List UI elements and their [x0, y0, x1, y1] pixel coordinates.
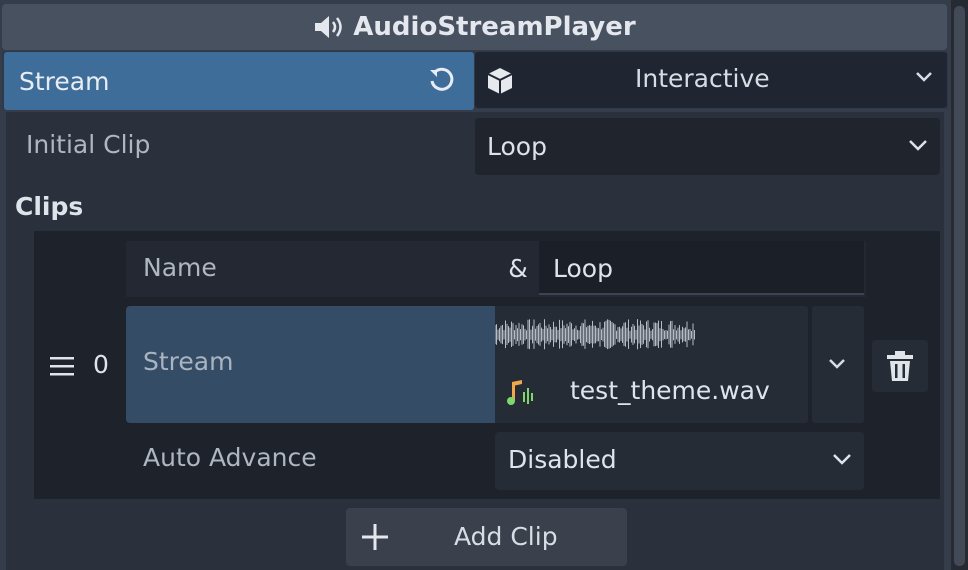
chevron-down-icon	[833, 454, 851, 465]
chevron-down-icon	[829, 359, 845, 369]
stream-resource-picker[interactable]: Interactive	[475, 52, 947, 108]
stringname-prefix: &	[497, 241, 539, 295]
clip-name-input[interactable]: Loop	[539, 241, 864, 295]
clip-stream-label: Stream	[143, 347, 234, 376]
auto-advance-label: Auto Advance	[143, 443, 317, 472]
drag-handle-icon[interactable]	[48, 354, 76, 378]
stream-property-label[interactable]: Stream	[4, 52, 474, 110]
chevron-down-icon	[916, 72, 932, 82]
initial-clip-value: Loop	[487, 132, 547, 161]
clip-name-label: Name	[143, 253, 217, 282]
chevron-down-icon	[909, 140, 927, 151]
plus-icon	[362, 524, 388, 550]
cube-icon	[487, 68, 513, 94]
scrollbar-thumb[interactable]	[954, 6, 965, 566]
add-clip-button[interactable]: Add Clip	[346, 508, 627, 566]
header-title: AudioStreamPlayer	[353, 12, 636, 42]
clip-index: 0	[93, 350, 109, 379]
clip-stream-filename: test_theme.wav	[570, 376, 770, 405]
revert-icon[interactable]	[424, 63, 458, 97]
trash-icon	[887, 351, 913, 381]
auto-advance-select[interactable]: Disabled	[495, 432, 864, 490]
auto-advance-value: Disabled	[508, 445, 617, 474]
stream-property-label-text: Stream	[19, 66, 110, 96]
initial-clip-label: Initial Clip	[26, 130, 151, 159]
stream-resource-value: Interactive	[635, 64, 770, 93]
waveform-preview	[495, 319, 695, 350]
add-clip-label: Add Clip	[454, 522, 558, 551]
delete-clip-button[interactable]	[872, 340, 928, 392]
initial-clip-select[interactable]: Loop	[475, 118, 940, 175]
audio-file-icon	[507, 380, 533, 405]
clip-stream-dropdown[interactable]	[812, 306, 864, 423]
clip-name-value: Loop	[553, 254, 613, 283]
inspector-header: AudioStreamPlayer	[2, 4, 947, 50]
speaker-icon	[315, 16, 343, 38]
clips-section-title: Clips	[15, 192, 84, 221]
